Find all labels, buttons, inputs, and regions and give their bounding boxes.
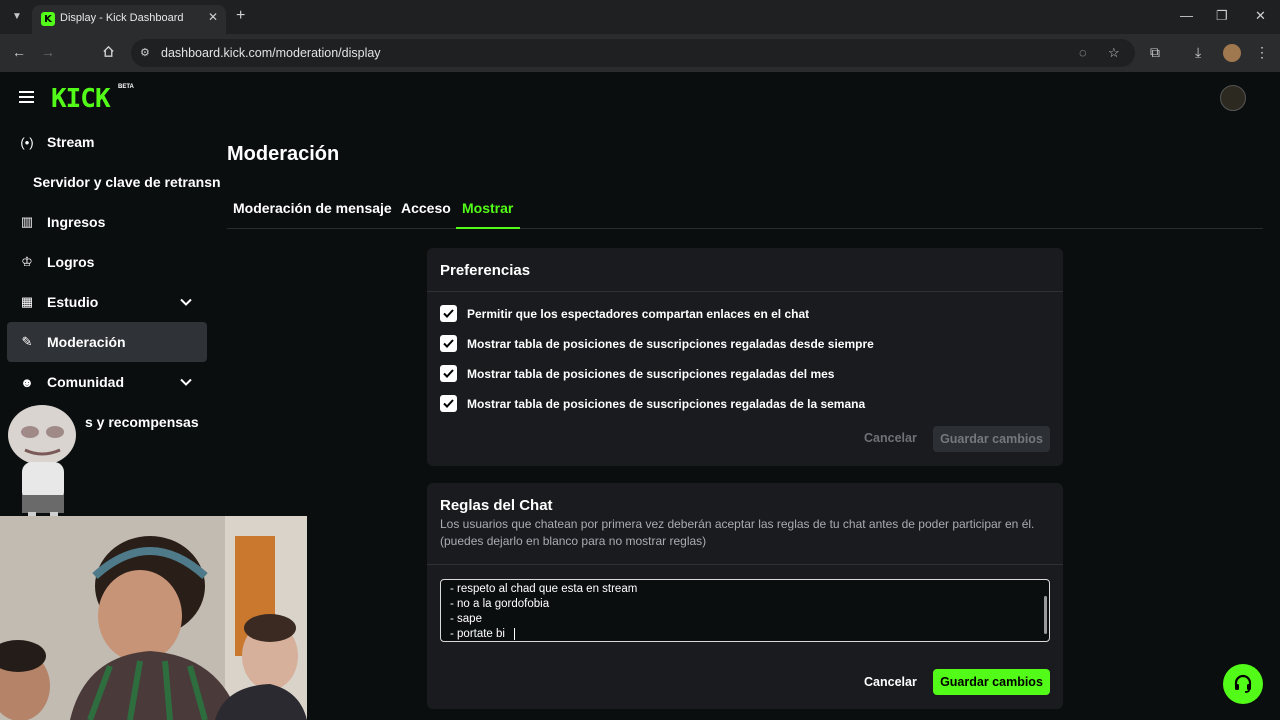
sidebar-item-ingresos[interactable]: ▥ Ingresos <box>7 202 207 242</box>
option-leaderboard-month[interactable]: Mostrar tabla de posiciones de suscripci… <box>440 365 834 382</box>
rule-line: - respeto al chad que esta en stream <box>450 583 638 595</box>
option-leaderboard-alltime[interactable]: Mostrar tabla de posiciones de suscripci… <box>440 335 874 352</box>
kick-logo[interactable]: KICK <box>51 84 111 114</box>
page: KICK BETA (•) Stream Servidor y clave de… <box>0 72 1280 720</box>
check-icon <box>443 369 454 378</box>
browser-profile-avatar[interactable] <box>1223 44 1241 62</box>
sidebar-item-label: Moderación <box>47 334 126 350</box>
trophy-icon: ♔ <box>21 254 33 269</box>
webcam-image <box>0 516 307 720</box>
tab-title: Display - Kick Dashboard <box>60 12 184 24</box>
checkbox[interactable] <box>440 335 457 352</box>
divider <box>427 291 1063 292</box>
option-label: Mostrar tabla de posiciones de suscripci… <box>467 366 835 381</box>
forward-icon[interactable]: → <box>41 44 55 60</box>
headset-icon <box>1234 674 1252 693</box>
checkbox[interactable] <box>440 395 457 412</box>
chat-rules-description: Los usuarios que chatean por primera vez… <box>440 517 1035 548</box>
option-label: Mostrar tabla de posiciones de suscripci… <box>467 396 866 411</box>
minimize-icon[interactable]: — <box>1180 8 1193 23</box>
download-icon[interactable]: ⤓ <box>1195 44 1201 61</box>
sidebar-item-stream[interactable]: (•) Stream <box>7 122 207 162</box>
text-caret <box>514 628 515 640</box>
sidebar-item-logros[interactable]: ♔ Logros <box>7 242 207 282</box>
chat-rules-textarea[interactable]: - respeto al chad que esta en stream - n… <box>440 579 1050 642</box>
eye-off-icon[interactable]: ◌ <box>1079 45 1087 60</box>
rule-line: - sape <box>450 613 482 625</box>
chat-rules-save-button[interactable]: Guardar cambios <box>933 669 1050 695</box>
sidebar-item-label: Comunidad <box>47 374 124 390</box>
chart-icon: ▥ <box>20 214 34 229</box>
restore-icon[interactable]: ❐ <box>1216 8 1228 24</box>
option-leaderboard-week[interactable]: Mostrar tabla de posiciones de suscripci… <box>440 395 865 412</box>
sidebar-item-label: Stream <box>47 134 95 150</box>
community-icon: ☻ <box>20 374 34 390</box>
home-icon[interactable] <box>102 45 115 58</box>
extensions-icon[interactable]: ⧉ <box>1150 44 1160 61</box>
back-icon[interactable]: ← <box>12 44 26 60</box>
chevron-down-icon[interactable] <box>179 295 193 309</box>
support-button[interactable] <box>1223 664 1263 704</box>
chat-rules-card: Reglas del Chat Los usuarios que chatean… <box>427 483 1063 709</box>
hamburger-menu-icon[interactable] <box>19 91 34 103</box>
user-avatar[interactable] <box>1220 85 1246 111</box>
broadcast-icon: (•) <box>20 134 34 150</box>
browser-tab-bar: ▼ K Display - Kick Dashboard ✕ + — ❐ ✕ <box>0 0 1280 34</box>
tab-mostrar[interactable]: Mostrar <box>462 200 513 216</box>
tab-moderacion-mensaje[interactable]: Moderación de mensaje <box>233 200 392 216</box>
tab-search-icon[interactable]: ▼ <box>7 6 27 26</box>
sidebar-item-server-key[interactable]: Servidor y clave de retransn <box>7 162 221 202</box>
new-tab-icon[interactable]: + <box>236 7 245 25</box>
chevron-down-icon[interactable] <box>179 375 193 389</box>
sidebar-item-label: Logros <box>47 254 95 270</box>
webcam-overlay <box>0 516 307 720</box>
wrench-icon: ✎ <box>21 334 33 349</box>
preferences-title: Preferencias <box>440 262 531 279</box>
sidebar-item-comunidad[interactable]: ☻ Comunidad <box>7 362 207 402</box>
preferences-card: Preferencias Permitir que los espectador… <box>427 248 1063 466</box>
check-icon <box>443 399 454 408</box>
option-label: Mostrar tabla de posiciones de suscripci… <box>467 336 874 351</box>
option-label: Permitir que los espectadores compartan … <box>467 306 810 321</box>
sidebar-item-estudio[interactable]: ▦ Estudio <box>7 282 207 322</box>
bookmark-star-icon[interactable]: ☆ <box>1108 45 1120 61</box>
sidebar-item-label: Estudio <box>47 294 99 310</box>
preferences-cancel-button[interactable]: Cancelar <box>864 431 917 445</box>
chat-rules-title: Reglas del Chat <box>440 497 553 514</box>
page-title: Moderación <box>227 143 340 165</box>
textarea-scrollbar[interactable] <box>1044 596 1047 634</box>
kick-favicon-icon: K <box>41 12 55 26</box>
studio-icon: ▦ <box>20 294 34 309</box>
rule-line: - no a la gordofobia <box>450 598 550 610</box>
menu-kebab-icon[interactable]: ⋮ <box>1255 44 1269 61</box>
rule-line: - portate bi <box>450 628 505 640</box>
sidebar-item-label: Ingresos <box>47 214 106 230</box>
window-close-icon[interactable]: ✕ <box>1255 8 1266 24</box>
option-share-links[interactable]: Permitir que los espectadores compartan … <box>440 305 809 322</box>
active-tab-indicator <box>456 227 520 229</box>
sidebar-item-moderacion[interactable]: ✎ Moderación <box>7 322 207 362</box>
browser-toolbar: ← → ⚙ dashboard.kick.com/moderation/disp… <box>0 34 1280 72</box>
url-text: dashboard.kick.com/moderation/display <box>161 46 381 60</box>
checkbox[interactable] <box>440 365 457 382</box>
tab-close-icon[interactable]: ✕ <box>208 10 218 24</box>
moderation-tabs: Moderación de mensaje Acceso Mostrar <box>227 192 1263 229</box>
divider <box>427 564 1063 565</box>
preferences-save-button[interactable]: Guardar cambios <box>933 426 1050 452</box>
site-info-icon[interactable]: ⚙ <box>140 46 150 59</box>
checkbox[interactable] <box>440 305 457 322</box>
beta-badge: BETA <box>118 84 134 90</box>
check-icon <box>443 309 454 318</box>
sidebar-item-label: s y recompensas <box>85 414 199 430</box>
address-bar[interactable]: ⚙ dashboard.kick.com/moderation/display … <box>131 39 1135 67</box>
chat-rules-cancel-button[interactable]: Cancelar <box>864 675 917 689</box>
browser-tab[interactable]: K Display - Kick Dashboard ✕ <box>32 5 226 34</box>
sidebar-item-label: Servidor y clave de retransn <box>33 174 221 190</box>
check-icon <box>443 339 454 348</box>
tab-acceso[interactable]: Acceso <box>401 200 451 216</box>
